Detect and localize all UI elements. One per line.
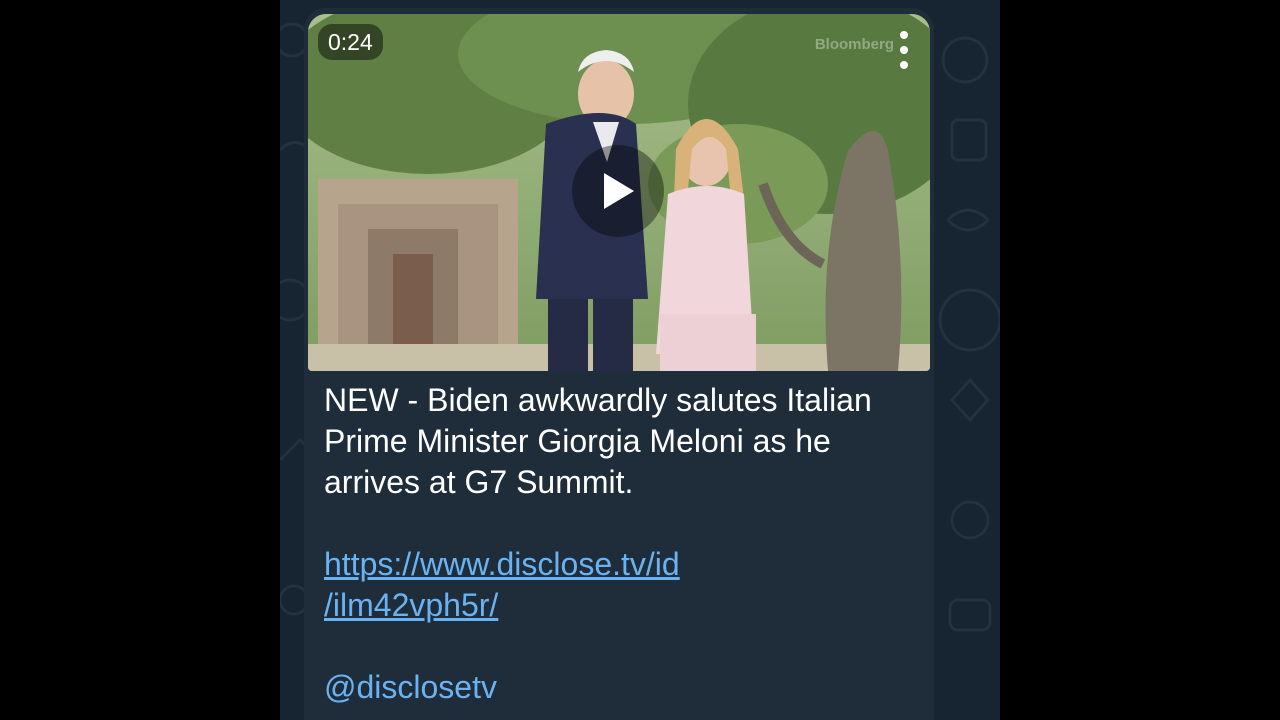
- message-bubble[interactable]: 0:24 Bloomberg NEW - Biden awkwardly sal…: [304, 8, 934, 720]
- video-watermark: Bloomberg: [814, 36, 894, 53]
- more-vertical-icon[interactable]: [894, 28, 914, 72]
- message-text: NEW - Biden awkwardly salutes Italian Pr…: [324, 380, 924, 708]
- chat-screen: 0:24 Bloomberg NEW - Biden awkwardly sal…: [280, 0, 1000, 720]
- article-link-part-2: /ilm42vph5r/: [324, 587, 499, 623]
- message-body: NEW - Biden awkwardly salutes Italian Pr…: [324, 382, 872, 500]
- play-button[interactable]: [572, 145, 664, 237]
- article-link-part-1: https://www.disclose.tv/id: [324, 546, 680, 582]
- channel-mention[interactable]: @disclosetv: [324, 667, 924, 708]
- video-thumbnail[interactable]: 0:24 Bloomberg: [308, 14, 930, 371]
- article-link[interactable]: https://www.disclose.tv/id /ilm42vph5r/: [324, 544, 924, 626]
- video-duration: 0:24: [318, 24, 383, 60]
- play-icon: [604, 173, 634, 209]
